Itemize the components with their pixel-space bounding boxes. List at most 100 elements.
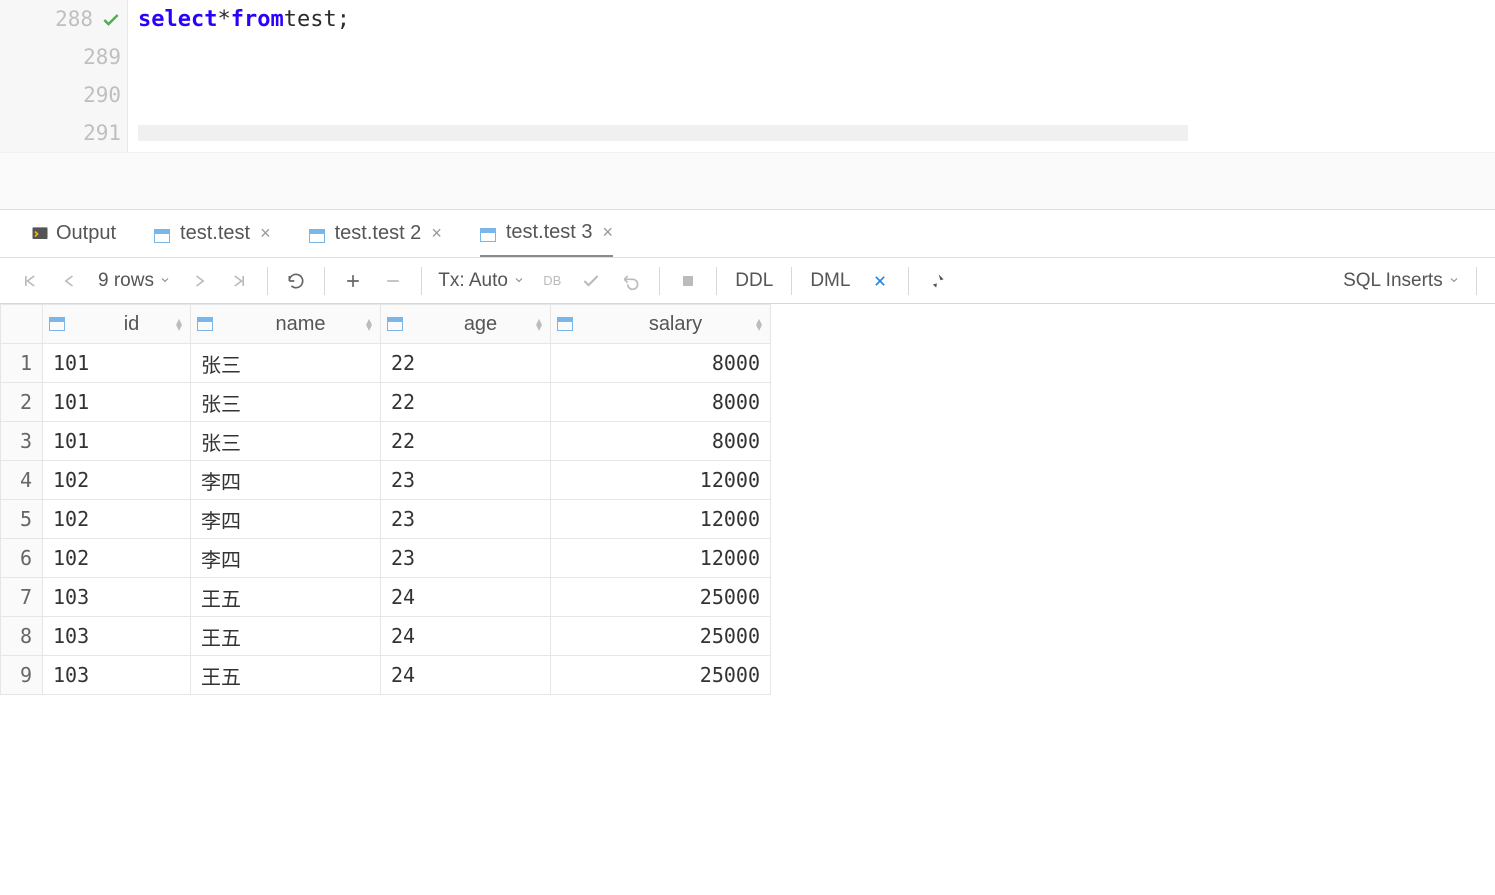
sql-editor[interactable]: 288 289 290 291 select * from test; (0, 0, 1495, 152)
column-header-age[interactable]: age▴▾ (381, 305, 551, 344)
cell-id[interactable]: 103 (43, 656, 191, 695)
commit-icon[interactable] (573, 267, 609, 295)
tab-test[interactable]: test.test × (154, 211, 271, 257)
column-header-salary[interactable]: salary▴▾ (551, 305, 771, 344)
tab-output[interactable]: Output (30, 211, 116, 257)
cell-salary[interactable]: 25000 (551, 617, 771, 656)
table-row[interactable]: 4102李四2312000 (1, 461, 771, 500)
table-row[interactable]: 3101张三228000 (1, 422, 771, 461)
column-icon (49, 317, 65, 331)
compare-icon[interactable] (862, 267, 898, 295)
column-header-id[interactable]: id▴▾ (43, 305, 191, 344)
cell-name[interactable]: 李四 (191, 500, 381, 539)
cell-age[interactable]: 22 (381, 383, 551, 422)
horizontal-scrollbar[interactable] (138, 125, 1188, 141)
table-row[interactable]: 1101张三228000 (1, 344, 771, 383)
row-number: 5 (1, 500, 43, 539)
cell-name[interactable]: 张三 (191, 422, 381, 461)
column-icon (197, 317, 213, 331)
table-row[interactable]: 8103王五2425000 (1, 617, 771, 656)
export-format-dropdown[interactable]: SQL Inserts (1337, 270, 1466, 292)
line-number: 289 (83, 45, 121, 69)
prev-page-icon[interactable] (52, 267, 88, 295)
table-row[interactable]: 6102李四2312000 (1, 539, 771, 578)
dml-button[interactable]: DML (802, 266, 858, 296)
sort-icon[interactable]: ▴▾ (176, 318, 182, 330)
ddl-button[interactable]: DDL (727, 266, 781, 296)
cell-id[interactable]: 101 (43, 344, 191, 383)
cell-age[interactable]: 23 (381, 539, 551, 578)
cell-name[interactable]: 张三 (191, 383, 381, 422)
cell-id[interactable]: 103 (43, 578, 191, 617)
cell-age[interactable]: 24 (381, 617, 551, 656)
column-icon (387, 317, 403, 331)
cell-salary[interactable]: 25000 (551, 578, 771, 617)
close-icon[interactable]: × (603, 222, 614, 243)
close-icon[interactable]: × (431, 223, 442, 244)
row-number: 4 (1, 461, 43, 500)
sort-icon[interactable]: ▴▾ (536, 318, 542, 330)
code-line[interactable]: select * from test; (128, 0, 1495, 38)
cell-age[interactable]: 24 (381, 578, 551, 617)
cell-salary[interactable]: 8000 (551, 422, 771, 461)
row-count-dropdown[interactable]: 9 rows (92, 270, 177, 292)
cell-age[interactable]: 22 (381, 422, 551, 461)
result-tab-bar: Output test.test × test.test 2 × test.te… (0, 210, 1495, 258)
remove-row-icon[interactable] (375, 267, 411, 295)
tx-mode-dropdown[interactable]: Tx: Auto (432, 270, 531, 292)
cell-id[interactable]: 101 (43, 383, 191, 422)
column-header-name[interactable]: name▴▾ (191, 305, 381, 344)
sort-icon[interactable]: ▴▾ (756, 318, 762, 330)
first-page-icon[interactable] (12, 267, 48, 295)
cell-name[interactable]: 王五 (191, 578, 381, 617)
rollback-icon[interactable] (613, 267, 649, 295)
table-row[interactable]: 7103王五2425000 (1, 578, 771, 617)
cell-age[interactable]: 24 (381, 656, 551, 695)
db-upload-icon[interactable]: DB (535, 269, 569, 292)
tab-test-3[interactable]: test.test 3 × (480, 211, 613, 257)
cell-id[interactable]: 102 (43, 500, 191, 539)
line-number: 291 (83, 121, 121, 145)
refresh-icon[interactable] (278, 267, 314, 295)
cell-id[interactable]: 101 (43, 422, 191, 461)
cell-age[interactable]: 23 (381, 500, 551, 539)
cell-age[interactable]: 22 (381, 344, 551, 383)
table-row[interactable]: 5102李四2312000 (1, 500, 771, 539)
sort-icon[interactable]: ▴▾ (366, 318, 372, 330)
next-page-icon[interactable] (181, 267, 217, 295)
cell-name[interactable]: 王五 (191, 656, 381, 695)
table-icon (154, 229, 170, 243)
table-row[interactable]: 2101张三228000 (1, 383, 771, 422)
cell-salary[interactable]: 8000 (551, 383, 771, 422)
result-toolbar: 9 rows Tx: Auto DB DDL DML SQL Inserts (0, 258, 1495, 304)
table-icon (480, 228, 496, 242)
cell-salary[interactable]: 12000 (551, 539, 771, 578)
check-icon (101, 7, 121, 31)
cell-salary[interactable]: 8000 (551, 344, 771, 383)
panel-gap (0, 152, 1495, 210)
result-grid[interactable]: id▴▾ name▴▾ age▴▾ salary▴▾ 1101张三2280002… (0, 304, 1495, 695)
close-icon[interactable]: × (260, 223, 271, 244)
tab-test-2[interactable]: test.test 2 × (309, 211, 442, 257)
row-number: 9 (1, 656, 43, 695)
last-page-icon[interactable] (221, 267, 257, 295)
console-icon (30, 224, 50, 244)
chevron-down-icon (513, 274, 525, 286)
cell-name[interactable]: 张三 (191, 344, 381, 383)
cell-id[interactable]: 103 (43, 617, 191, 656)
cell-name[interactable]: 王五 (191, 617, 381, 656)
stop-icon[interactable] (670, 267, 706, 295)
pin-icon[interactable] (919, 267, 955, 295)
cell-age[interactable]: 23 (381, 461, 551, 500)
cell-name[interactable]: 李四 (191, 461, 381, 500)
row-number: 3 (1, 422, 43, 461)
cell-salary[interactable]: 25000 (551, 656, 771, 695)
cell-salary[interactable]: 12000 (551, 500, 771, 539)
table-row[interactable]: 9103王五2425000 (1, 656, 771, 695)
add-row-icon[interactable] (335, 267, 371, 295)
cell-salary[interactable]: 12000 (551, 461, 771, 500)
cell-id[interactable]: 102 (43, 461, 191, 500)
cell-name[interactable]: 李四 (191, 539, 381, 578)
cell-id[interactable]: 102 (43, 539, 191, 578)
code-area[interactable]: select * from test; (128, 0, 1495, 152)
